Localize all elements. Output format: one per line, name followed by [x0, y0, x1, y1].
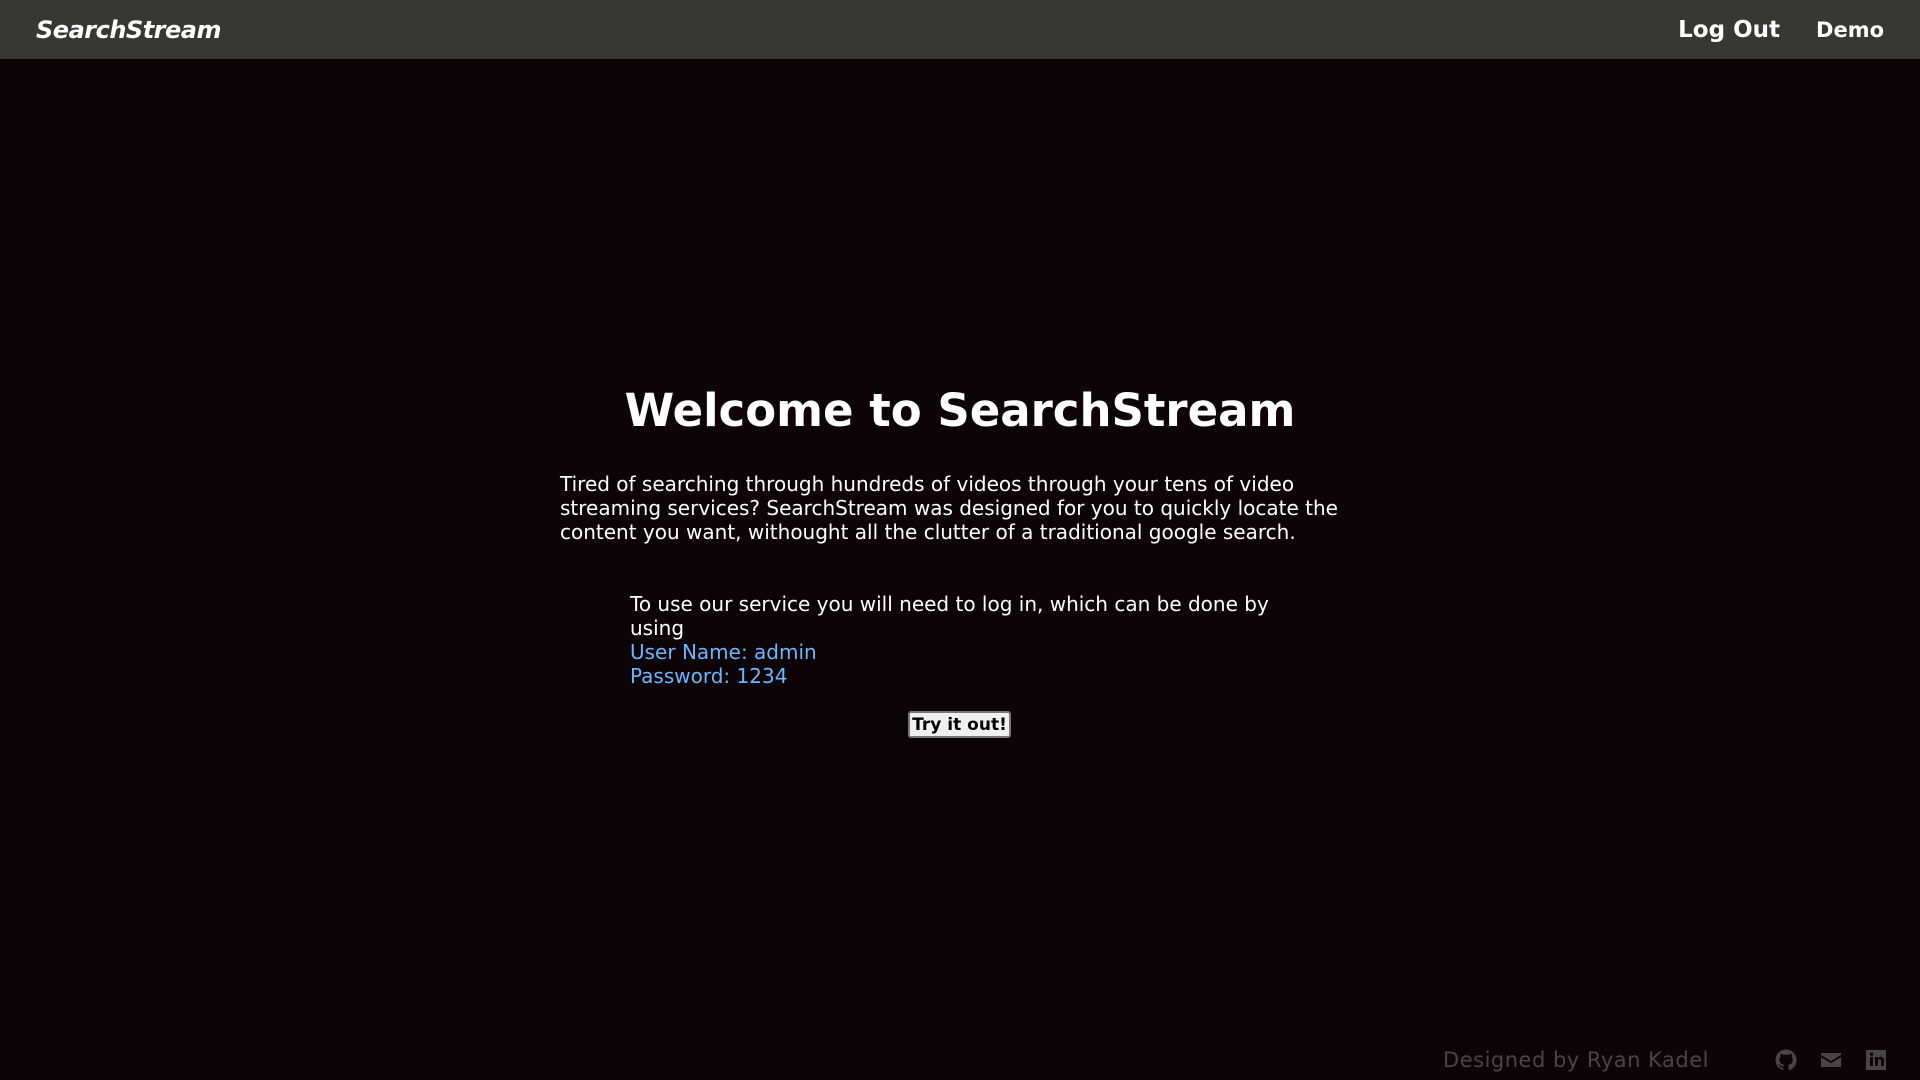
linkedin-icon[interactable] — [1864, 1048, 1888, 1072]
logout-link[interactable]: Log Out — [1678, 17, 1780, 43]
password-credential: Password: 1234 — [630, 664, 788, 688]
footer: Designed by Ryan Kadel — [0, 1040, 1920, 1080]
brand-logo-link[interactable]: SearchStream — [36, 16, 221, 44]
try-it-out-button[interactable]: Try it out! — [908, 711, 1011, 738]
username-credential: User Name: admin — [630, 640, 817, 664]
page-title: Welcome to SearchStream — [624, 384, 1296, 437]
nav-links: Log Out Demo — [1678, 17, 1884, 43]
intro-paragraph: Tired of searching through hundreds of v… — [560, 472, 1338, 544]
designed-by-text: Designed by Ryan Kadel — [1443, 1048, 1709, 1072]
login-text: To use our service you will need to log … — [630, 592, 1269, 640]
login-instructions: To use our service you will need to log … — [630, 592, 1280, 688]
demo-link[interactable]: Demo — [1816, 18, 1884, 42]
email-icon[interactable] — [1819, 1048, 1843, 1072]
github-icon[interactable] — [1774, 1048, 1798, 1072]
navbar: SearchStream Log Out Demo — [0, 0, 1920, 59]
main-content: Welcome to SearchStream Tired of searchi… — [0, 59, 1920, 1019]
